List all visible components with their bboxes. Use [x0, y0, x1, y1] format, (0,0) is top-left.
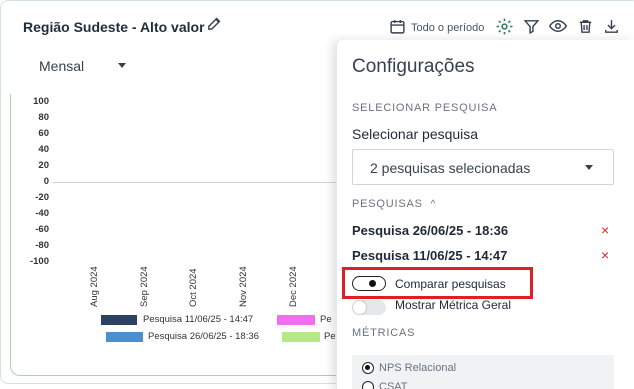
metric-label: NPS Relacional: [379, 362, 457, 374]
pencil-icon[interactable]: [205, 14, 223, 32]
survey-item: Pesquisa 26/06/25 - 18:36: [352, 223, 509, 238]
caret-down-icon: [585, 165, 593, 170]
y-tick-label: 40: [38, 144, 49, 155]
compare-surveys-label: Comparar pesquisas: [395, 277, 506, 291]
legend-label[interactable]: Pe: [320, 314, 332, 325]
y-tick-label: 20: [38, 160, 49, 171]
x-tick-label: Sep 2024: [139, 266, 150, 307]
granularity-select[interactable]: Mensal: [39, 58, 84, 74]
metric-label: CSAT: [379, 381, 408, 389]
surveys-heading-label: PESQUISAS: [352, 198, 423, 210]
caret-down-icon[interactable]: [118, 63, 126, 68]
legend-label[interactable]: Pesquisa 11/06/25 - 14:47: [143, 314, 253, 325]
general-metric-label: Mostrar Métrica Geral: [395, 298, 512, 312]
x-tick-label: Oct 2024: [188, 268, 199, 307]
survey-item: Pesquisa 11/06/25 - 14:47: [352, 248, 508, 263]
trash-icon[interactable]: [575, 16, 595, 36]
calendar-icon[interactable]: [388, 17, 406, 35]
legend-label[interactable]: Pesquisa 26/06/25 - 18:36: [148, 331, 259, 342]
metrics-list: NPS Relacional CSAT: [352, 355, 614, 389]
legend-swatch[interactable]: [101, 315, 137, 325]
remove-survey-icon[interactable]: ×: [601, 223, 609, 237]
legend-swatch[interactable]: [277, 315, 315, 325]
legend-swatch[interactable]: [282, 332, 320, 342]
filter-icon[interactable]: [521, 16, 541, 36]
x-tick-label: Aug 2024: [89, 266, 100, 307]
survey-select[interactable]: 2 pesquisas selecionadas: [352, 149, 614, 185]
panel-title: Configurações: [352, 56, 475, 77]
chevron-up-icon: ^: [430, 199, 437, 210]
settings-panel: Configurações SELECIONAR PESQUISA Seleci…: [336, 40, 634, 389]
remove-survey-icon[interactable]: ×: [601, 248, 609, 262]
page-title: Região Sudeste - Alto valor: [23, 19, 205, 35]
x-tick-label: Nov 2024: [238, 266, 249, 307]
y-tick-label: -40: [35, 208, 49, 219]
y-tick-label: 100: [33, 96, 49, 107]
y-tick-label: 80: [38, 112, 49, 123]
toggle-knob: [353, 301, 366, 314]
legend-label[interactable]: Pe: [324, 331, 336, 342]
survey-select-value: 2 pesquisas selecionadas: [370, 160, 531, 176]
legend-swatch[interactable]: [106, 332, 143, 342]
period-label[interactable]: Todo o período: [411, 22, 484, 34]
toggle-knob: [369, 280, 376, 287]
y-tick-label: -100: [29, 256, 49, 267]
surveys-heading[interactable]: PESQUISAS ^: [352, 198, 436, 210]
select-survey-label: Selecionar pesquisa: [352, 126, 479, 142]
general-metric-toggle[interactable]: [352, 300, 386, 315]
metric-radio[interactable]: [362, 362, 374, 374]
y-tick-label: -20: [35, 192, 49, 203]
zero-line: [53, 182, 338, 183]
gear-icon[interactable]: [494, 16, 514, 36]
select-survey-heading: SELECIONAR PESQUISA: [352, 102, 498, 114]
download-icon[interactable]: [601, 16, 621, 36]
y-tick-label: 0: [43, 176, 49, 187]
y-tick-label: -80: [35, 240, 49, 251]
metric-radio[interactable]: [362, 381, 374, 389]
x-tick-label: Dec 2024: [288, 266, 299, 307]
y-tick-label: -60: [35, 224, 49, 235]
compare-surveys-toggle[interactable]: [352, 276, 386, 291]
eye-icon[interactable]: [548, 16, 568, 36]
metrics-heading: MÉTRICAS: [352, 327, 416, 339]
y-tick-label: 60: [38, 128, 49, 139]
